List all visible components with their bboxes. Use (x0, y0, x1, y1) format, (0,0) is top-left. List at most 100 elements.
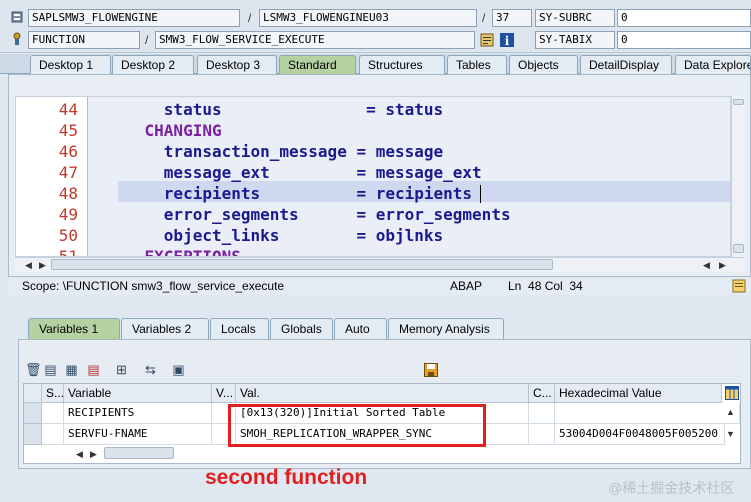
sy-subrc-value[interactable]: 0 (617, 9, 751, 27)
delete-icon[interactable]: 🗑 (25, 362, 42, 377)
scroll-right-icon[interactable]: ▶ (719, 259, 726, 271)
row-selector[interactable] (24, 403, 42, 424)
tab-variables-2[interactable]: Variables 2 (121, 318, 209, 339)
program-name-field: SAPLSMW3_FLOWENGINE (28, 9, 240, 27)
variables-tab-strip: Variables 1 Variables 2 Locals Globals A… (18, 318, 751, 339)
column-header-value[interactable]: Val. (236, 384, 529, 403)
scroll-right-icon[interactable]: ▶ (90, 448, 97, 460)
column-header-row-select (24, 384, 42, 403)
tab-desktop-2[interactable]: Desktop 2 (112, 55, 194, 74)
tab-variables-1[interactable]: Variables 1 (28, 318, 120, 339)
sy-tabix-value[interactable]: 0 (617, 31, 751, 49)
code-line: transaction_message = message (106, 142, 444, 161)
event-type-field: FUNCTION (28, 31, 140, 49)
tab-structures[interactable]: Structures (359, 55, 445, 74)
cell-variable[interactable]: SERVFU-FNAME (64, 424, 212, 445)
line-number: 48 (58, 184, 78, 203)
code-line: CHANGING (106, 121, 222, 140)
program-icon (11, 11, 23, 23)
transfer-icon[interactable]: ⇆ (143, 362, 158, 377)
notes-icon[interactable] (732, 279, 746, 293)
code-line: recipients = recipients (106, 184, 473, 203)
cell-c (529, 403, 555, 424)
line-number: 51 (58, 247, 78, 257)
separator: / (482, 11, 486, 25)
language-text: ABAP (450, 279, 483, 293)
cell-hex (555, 403, 740, 424)
column-settings-icon[interactable] (725, 386, 739, 400)
editor-horizontal-scrollbar[interactable]: ◀ ▶ ◀ ▶ (15, 257, 745, 272)
tab-locals[interactable]: Locals (210, 318, 269, 339)
desktop-tab-strip: Desktop 1 Desktop 2 Desktop 3 Standard S… (0, 54, 751, 74)
sy-subrc-label: SY-SUBRC (535, 9, 615, 27)
code-line: EXCEPTIONS (106, 247, 241, 257)
line-number: 50 (58, 226, 78, 245)
column-header-c[interactable]: C... (529, 384, 555, 403)
code-line: message_ext = message_ext (106, 163, 482, 182)
line-number-field: 37 (492, 9, 532, 27)
cursor-position-text: Ln 48 Col 34 (508, 279, 583, 293)
highlight-annotation-box (228, 404, 486, 447)
include-name-field: LSMW3_FLOWENGINEU03 (259, 9, 477, 27)
save-icon[interactable] (424, 363, 438, 377)
tab-globals[interactable]: Globals (270, 318, 333, 339)
scroll-left-icon[interactable]: ◀ (703, 259, 710, 271)
row-selector[interactable] (24, 424, 42, 445)
scroll-left-icon[interactable]: ◀ (76, 448, 83, 460)
tab-detail-display[interactable]: DetailDisplay (580, 55, 672, 74)
folder-icon[interactable]: ▣ (171, 362, 186, 377)
scroll-thumb[interactable] (733, 244, 744, 253)
function-icon (11, 32, 23, 45)
tab-data-explorer[interactable]: Data Explorer (675, 55, 751, 74)
tab-tables[interactable]: Tables (447, 55, 507, 74)
cell-c (529, 424, 555, 445)
scroll-thumb[interactable] (51, 259, 553, 270)
line-number: 49 (58, 205, 78, 224)
text-cursor (480, 185, 481, 203)
tab-desktop-1[interactable]: Desktop 1 (30, 55, 111, 74)
column-header-v[interactable]: V... (212, 384, 236, 403)
scope-text: Scope: \FUNCTION smw3_flow_service_execu… (22, 279, 285, 293)
event-name-field: SMW3_FLOW_SERVICE_EXECUTE (155, 31, 475, 49)
column-header-s[interactable]: S... (42, 384, 64, 403)
sy-tabix-label: SY-TABIX (535, 31, 615, 49)
cell-variable[interactable]: RECIPIENTS (64, 403, 212, 424)
tab-standard[interactable]: Standard (279, 55, 356, 74)
column-header-variable[interactable]: Variable (64, 384, 212, 403)
svg-text:i: i (505, 34, 510, 47)
debugger-header: SAPLSMW3_FLOWENGINE / LSMW3_FLOWENGINEU0… (0, 0, 751, 53)
separator: / (145, 33, 149, 47)
code-line: status = status (106, 100, 444, 119)
scroll-up-icon[interactable]: ▲ (726, 406, 735, 418)
code-line: error_segments = error_segments (106, 205, 511, 224)
source-code-editor[interactable]: 44 45 46 47 48 49 50 51 status = status … (15, 96, 731, 257)
column-header-hex[interactable]: Hexadecimal Value (555, 384, 722, 403)
editor-vertical-scrollbar[interactable] (731, 96, 745, 257)
tab-memory-analysis[interactable]: Memory Analysis (388, 318, 504, 339)
table-icon[interactable]: ▤ (43, 362, 58, 377)
tab-objects[interactable]: Objects (509, 55, 578, 74)
watermark: @稀土掘金技术社区 (608, 480, 735, 496)
editor-status-bar: Scope: \FUNCTION smw3_flow_service_execu… (8, 277, 751, 295)
separator: / (248, 11, 252, 25)
cell-hex: 53004D004F0048005F005200 (555, 424, 725, 445)
display-source-icon[interactable] (480, 33, 494, 47)
grid-scroll-thumb[interactable] (104, 447, 174, 459)
scroll-left-icon[interactable]: ◀ (25, 259, 32, 271)
cell-s (42, 403, 64, 424)
scroll-down-icon[interactable]: ▼ (726, 428, 735, 440)
insert-row-icon[interactable]: ▦ (64, 362, 79, 377)
line-number: 45 (58, 121, 78, 140)
cell-s (42, 424, 64, 445)
hierarchy-icon[interactable]: ⊞ (114, 362, 129, 377)
delete-row-icon[interactable]: ▤ (86, 362, 101, 377)
scroll-right-icon[interactable]: ▶ (39, 259, 46, 271)
line-number: 46 (58, 142, 78, 161)
info-icon[interactable]: i (500, 33, 514, 48)
tab-desktop-3[interactable]: Desktop 3 (197, 55, 277, 74)
line-number: 44 (58, 100, 78, 119)
annotation-text: second function (205, 466, 368, 489)
line-number: 47 (58, 163, 78, 182)
tab-auto[interactable]: Auto (334, 318, 387, 339)
scroll-thumb[interactable] (733, 99, 744, 105)
